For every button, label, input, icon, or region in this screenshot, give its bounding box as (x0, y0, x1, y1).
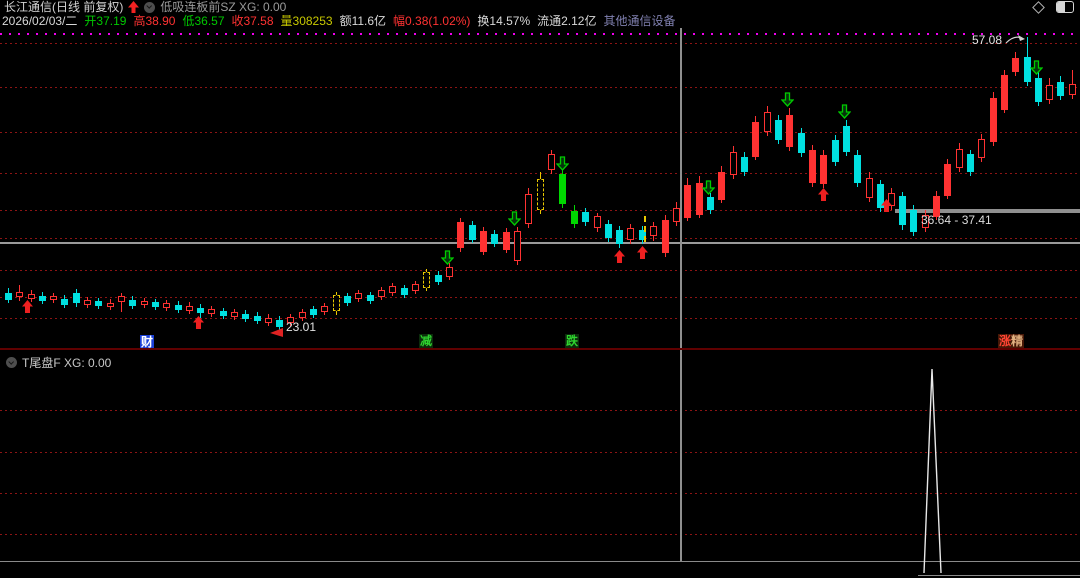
high-price-label: 57.08 (972, 33, 1003, 47)
quote-field: 流通2.12亿 (537, 13, 597, 28)
quote-field: 2026/02/03/二 (2, 13, 78, 28)
up-arrow-icon (128, 1, 140, 13)
quote-field: 开37.19 (84, 13, 127, 28)
sub-indicator-label[interactable]: T尾盘F XG: 0.00 (22, 354, 111, 371)
buy-signal-arrow-icon (614, 250, 625, 268)
title-bar: 长江通信(日线 前复权) 低吸连板前SZ XG: 0.00 (0, 0, 1080, 14)
signal-tag-char: 财 (141, 335, 154, 349)
diamond-icon[interactable] (1032, 0, 1045, 14)
buy-signal-arrow-icon (193, 316, 204, 334)
buy-signal-arrow-icon (881, 199, 892, 217)
sell-signal-arrow-icon (440, 250, 455, 270)
signal-tag: 跌 (565, 334, 580, 348)
signal-tag-char: 精 (1011, 334, 1024, 348)
signal-tag-char: 减 (420, 334, 433, 348)
layout-toggle-icon[interactable] (1056, 1, 1074, 13)
sell-signal-arrow-icon (701, 180, 716, 200)
signal-spike (923, 368, 942, 574)
buy-signal-arrow-icon (818, 188, 829, 206)
main-indicator-label[interactable]: 低吸连板前SZ XG: 0.00 (160, 0, 286, 14)
high-price-annotation: 57.08 (972, 31, 1027, 47)
sell-signal-arrow-icon (555, 156, 570, 176)
annotation-arrow-icon (1005, 35, 1026, 44)
signal-tag: 减 (419, 334, 434, 348)
quote-info-bar: 2026/02/03/二 开37.19 高38.90 低36.57 收37.58 量308… (2, 14, 1080, 28)
signal-tag: 财 (140, 335, 155, 349)
sell-signal-arrow-icon (780, 92, 795, 112)
buy-signal-arrow-icon (637, 246, 648, 264)
signal-tag-char: 涨 (999, 334, 1012, 348)
quote-field: 高38.90 (133, 13, 176, 28)
quote-field: 幅0.38(1.02%) (393, 13, 471, 28)
buy-signal-arrow-icon (22, 300, 33, 318)
quote-field: 量308253 (280, 13, 333, 28)
signal-tag-char: 跌 (566, 334, 579, 348)
price-range-label: 36.64 - 37.41 (921, 213, 992, 227)
sell-signal-arrow-icon (507, 211, 522, 231)
signal-tag: 涨精 (998, 334, 1025, 348)
sell-signal-arrow-icon (1029, 60, 1044, 80)
panel-divider[interactable] (0, 348, 1080, 350)
sub-indicator-dropdown-icon[interactable] (6, 357, 17, 368)
highlight-dashed-mark (644, 216, 646, 242)
quote-field[interactable]: 其他通信设备 (603, 14, 675, 28)
low-price-label: 23.01 (286, 320, 317, 334)
quote-field: 额11.6亿 (339, 13, 387, 28)
signal-spike-canvas (923, 368, 942, 574)
quote-field: 低36.57 (182, 13, 225, 28)
stock-title: 长江通信(日线 前复权) (4, 0, 124, 14)
sell-signal-arrow-icon (837, 104, 852, 124)
sub-indicator-header: T尾盘F XG: 0.00 (6, 354, 111, 371)
low-price-annotation: 23.01 (286, 321, 316, 334)
indicator-dropdown-icon[interactable] (144, 1, 156, 13)
quote-field: 收37.58 (231, 13, 274, 28)
tdx-chart-window: 长江通信(日线 前复权) 低吸连板前SZ XG: 0.00 2026/02/03… (0, 0, 1080, 578)
quote-field: 换14.57% (477, 13, 531, 28)
